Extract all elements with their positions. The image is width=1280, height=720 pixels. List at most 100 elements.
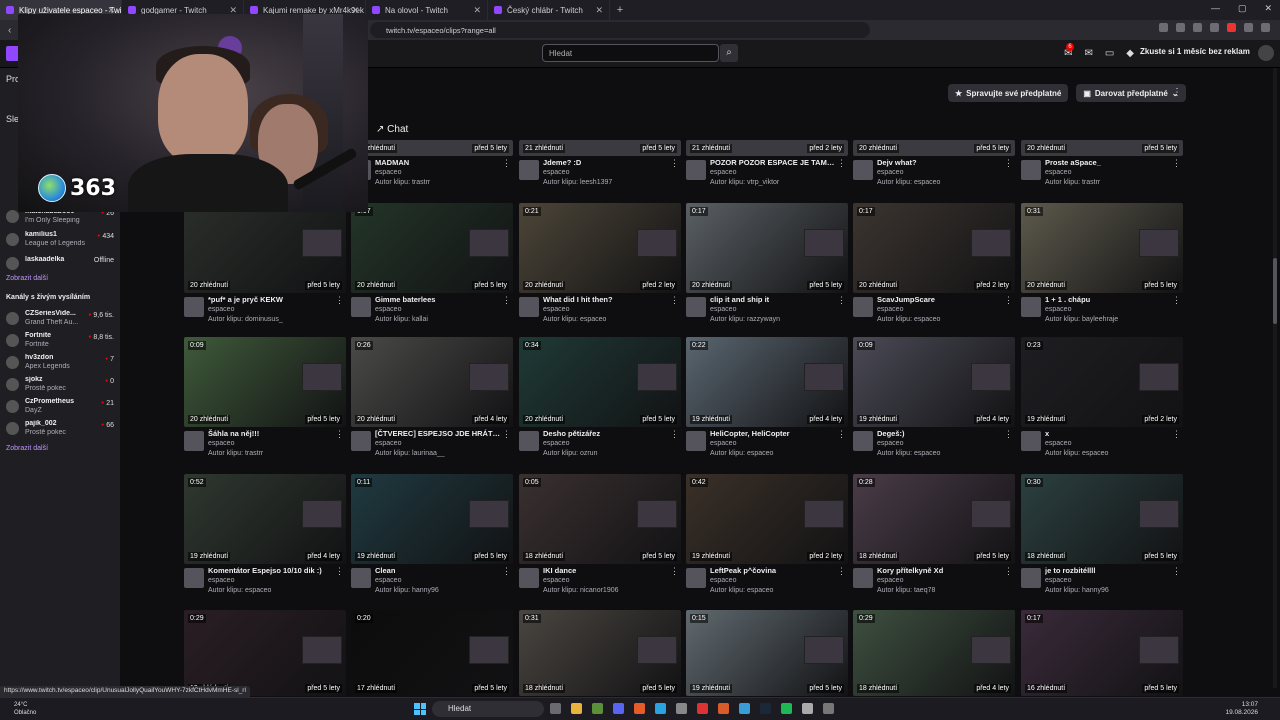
clip-author[interactable]: Autor klipu: kallai	[375, 316, 428, 323]
clip-author[interactable]: Autor klipu: espaceo	[877, 450, 940, 457]
minimize-icon[interactable]: —	[1211, 3, 1220, 14]
clip-title[interactable]: [ČTVEREC] ESPEJSO JDE HRÁT FIV...	[375, 429, 501, 438]
more-options-icon[interactable]: ⋮	[502, 158, 511, 169]
clip-card[interactable]: 0:2919 zhlédnutípřed 5 lety	[184, 610, 346, 696]
clip-card[interactable]: 0:31 20 zhlédnutí před 5 lety 1 + 1 . chápu…	[1021, 203, 1183, 333]
clip-card[interactable]: 0:23 19 zhlédnutí před 2 lety x espaceo Autor…	[1021, 337, 1183, 467]
url-field[interactable]: twitch.tv/espaceo/clips?range=all	[370, 22, 870, 38]
taskbar-clock[interactable]: 13:07 19.08.2026	[1225, 701, 1258, 717]
clip-thumbnail[interactable]: 0:17 20 zhlédnutí před 5 lety	[686, 203, 848, 293]
clip-title[interactable]: POZOR POZOR ESPACE JE TAM TY...	[710, 158, 836, 167]
clip-author[interactable]: Autor klipu: nicanor1906	[543, 587, 619, 594]
clip-title[interactable]: What did I hit then?	[543, 295, 669, 304]
channel-avatar[interactable]	[519, 297, 539, 317]
clip-channel[interactable]: espaceo	[543, 169, 569, 176]
clip-card[interactable]: 0:28 18 zhlédnutí před 5 lety Kory přítelky…	[853, 474, 1015, 604]
clip-title[interactable]: 1 + 1 . chápu	[1045, 295, 1171, 304]
channel-avatar[interactable]	[519, 160, 539, 180]
channel-avatar[interactable]	[184, 431, 204, 451]
more-options-icon[interactable]: ⋮	[837, 158, 846, 169]
close-tab-icon[interactable]: ✕	[473, 5, 481, 16]
steam-icon[interactable]	[760, 703, 771, 714]
whispers-icon[interactable]: ✉	[1084, 48, 1092, 59]
back-icon[interactable]: ‹	[8, 25, 11, 36]
clip-thumbnail[interactable]: 0:52 19 zhlédnutí před 4 lety	[184, 474, 346, 564]
clip-thumbnail[interactable]: 0:09 20 zhlédnutí před 5 lety	[184, 337, 346, 427]
task-view-icon[interactable]	[550, 703, 561, 714]
clip-thumbnail[interactable]: 0:26 20 zhlédnutí před 4 lety	[351, 337, 513, 427]
clip-card[interactable]: 0:29 18 zhlédnutí před 4 lety	[853, 610, 1015, 696]
clip-author[interactable]: Autor klipu: razzywayn	[710, 316, 780, 323]
clip-title[interactable]: Desho pětizářez	[543, 429, 669, 438]
clip-card[interactable]: 0:22 19 zhlédnutí před 4 lety HeliCopter, H…	[686, 337, 848, 467]
chat-icon[interactable]: ▭	[1105, 48, 1114, 59]
clip-channel[interactable]: espaceo	[1045, 577, 1071, 584]
clip-author[interactable]: Autor klipu: espaceo	[877, 316, 940, 323]
clip-author[interactable]: Autor klipu: trastrr	[1045, 179, 1100, 186]
sidebar-channel[interactable]: pajik_002 Prostě pokec 66	[6, 420, 116, 438]
more-options-icon[interactable]: ⋮	[1004, 295, 1013, 306]
more-options-icon[interactable]: ⋮	[670, 295, 679, 306]
clip-thumbnail[interactable]: 20 zhlédnutí před 5 lety	[1021, 140, 1183, 156]
maximize-icon[interactable]: ▢	[1238, 3, 1247, 14]
clip-card[interactable]: 0:17 20 zhlédnutí před 5 lety clip it and s…	[686, 203, 848, 333]
clip-author[interactable]: Autor klipu: espaceo	[543, 316, 606, 323]
clip-card[interactable]: 20 zhlédnutí před 5 lety MADMAN espaceo Auto…	[351, 140, 513, 196]
clip-author[interactable]: Autor klipu: vtrp_viktor	[710, 179, 779, 186]
channel-avatar[interactable]	[686, 160, 706, 180]
more-options-icon[interactable]: ⋮	[1004, 429, 1013, 440]
clip-card[interactable]: 0:26 20 zhlédnutí před 4 lety [ČTVEREC] ESP…	[351, 337, 513, 467]
clip-channel[interactable]: espaceo	[543, 577, 569, 584]
sidebar-channel[interactable]: CZSeriesVide... Grand Theft Au... 9,6 ti…	[6, 310, 116, 328]
clip-author[interactable]: Autor klipu: trastrr	[375, 179, 430, 186]
clip-card[interactable]: 0:42 19 zhlédnutí před 2 lety LeftPeak p^čo…	[686, 474, 848, 604]
clip-card[interactable]: 0:21 20 zhlédnutí před 2 lety What did I hi…	[519, 203, 681, 333]
clip-author[interactable]: Autor klipu: espaceo	[877, 179, 940, 186]
channel-avatar[interactable]	[1021, 297, 1041, 317]
channel-avatar[interactable]	[519, 431, 539, 451]
more-options-icon[interactable]: ⋮	[502, 566, 511, 577]
clip-channel[interactable]: espaceo	[710, 440, 736, 447]
channel-avatar[interactable]	[853, 431, 873, 451]
spotify-icon[interactable]	[781, 703, 792, 714]
clip-thumbnail[interactable]: 21 zhlédnutí před 5 lety	[519, 140, 681, 156]
more-options-icon[interactable]: ⋮	[335, 429, 344, 440]
sidebar-channel[interactable]: Fortnite Fortnite 8,8 tis.	[6, 332, 116, 350]
clip-title[interactable]: LeftPeak p^čovina	[710, 566, 836, 575]
channel-avatar[interactable]	[1021, 160, 1041, 180]
clip-thumbnail[interactable]: 20 zhlédnutí před 5 lety	[184, 203, 346, 293]
page-scrollbar[interactable]	[1273, 68, 1277, 688]
extension-icon[interactable]	[1193, 23, 1202, 32]
clip-channel[interactable]: espaceo	[710, 169, 736, 176]
clip-card[interactable]: 0:30 18 zhlédnutí před 5 lety je to rozbité…	[1021, 474, 1183, 604]
clip-author[interactable]: Autor klipu: espaceo	[1045, 450, 1108, 457]
more-options-icon[interactable]: ⋮	[1172, 158, 1181, 169]
extension-icon[interactable]	[1244, 23, 1253, 32]
clip-channel[interactable]: espaceo	[208, 306, 234, 313]
more-options-icon[interactable]: ⋮	[335, 295, 344, 306]
channel-avatar[interactable]	[686, 297, 706, 317]
clip-channel[interactable]: espaceo	[710, 577, 736, 584]
clip-card[interactable]: 0:17 16 zhlédnutí před 5 lety	[1021, 610, 1183, 696]
promo-link[interactable]: Zkuste si 1 měsíc bez reklam	[1140, 47, 1250, 56]
clip-thumbnail[interactable]: 0:09 19 zhlédnutí před 4 lety	[853, 337, 1015, 427]
app-icon[interactable]	[823, 703, 834, 714]
clip-author[interactable]: Autor klipu: hanny96	[1045, 587, 1109, 594]
clip-card[interactable]: 0:15 19 zhlédnutí před 5 lety	[686, 610, 848, 696]
more-options-icon[interactable]: ⋮	[502, 295, 511, 306]
clip-author[interactable]: Autor klipu: espaceo	[208, 587, 271, 594]
clip-thumbnail[interactable]: 20 zhlédnutí před 5 lety	[853, 140, 1015, 156]
clip-title[interactable]: clip it and ship it	[710, 295, 836, 304]
clip-channel[interactable]: espaceo	[375, 577, 401, 584]
clip-thumbnail[interactable]: 0:17 20 zhlédnutí před 2 lety	[853, 203, 1015, 293]
clip-title[interactable]: Clean	[375, 566, 501, 575]
clip-channel[interactable]: espaceo	[1045, 169, 1071, 176]
clip-card[interactable]: 0:31 18 zhlédnutí před 5 lety	[519, 610, 681, 696]
settings-icon[interactable]	[802, 703, 813, 714]
clip-thumbnail[interactable]: 0:23 19 zhlédnutí před 2 lety	[1021, 337, 1183, 427]
gift-subscription-button[interactable]: ▣ Darovat předplatné ⌄	[1076, 84, 1186, 102]
clip-title[interactable]: Degeš:)	[877, 429, 1003, 438]
start-icon[interactable]	[414, 703, 426, 715]
clip-card[interactable]: 20 zhlédnutí před 5 lety Proste aSpace_ esp…	[1021, 140, 1183, 196]
app-icon[interactable]	[718, 703, 729, 714]
